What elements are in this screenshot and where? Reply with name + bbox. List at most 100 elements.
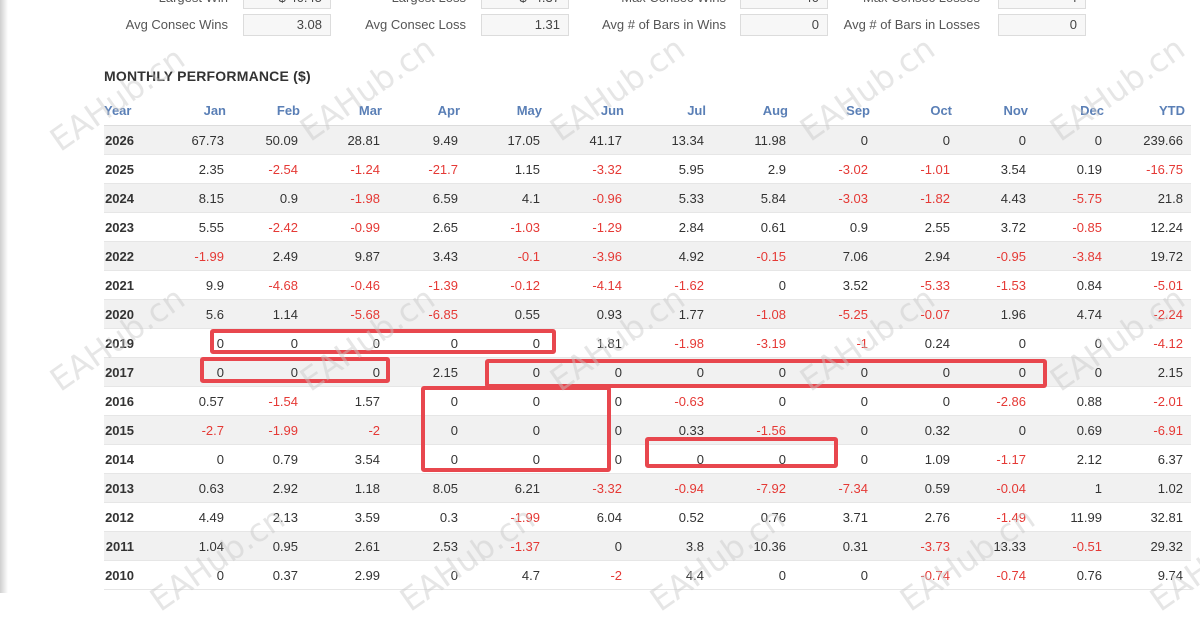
value-cell-aug: -1.08 [712, 299, 794, 329]
value-cell-nov: -1.49 [958, 502, 1034, 532]
column-header-oct[interactable]: Oct [876, 96, 958, 126]
table-row: 2026 67.73 50.09 28.81 9.49 17.05 41.17 13.34 11… [104, 125, 1191, 155]
value-cell-mar: -1.24 [306, 154, 388, 184]
value-cell-oct: -0.74 [876, 560, 958, 590]
value-cell-sep: -7.34 [794, 473, 876, 503]
value-cell-sep: -5.25 [794, 299, 876, 329]
value-cell-dec: 0 [1034, 328, 1110, 358]
column-header-feb[interactable]: Feb [232, 96, 306, 126]
value-cell-jul: 5.95 [630, 154, 712, 184]
table-row: 2019 0 0 0 0 0 1.81 -1.98 -3.19 -1 0.24 0 0 -4.12 [104, 328, 1191, 358]
value-cell-ytd: 9.74 [1110, 560, 1191, 590]
value-cell-jul: -0.94 [630, 473, 712, 503]
value-cell-jan: 8.15 [154, 183, 232, 213]
column-header-sep[interactable]: Sep [794, 96, 876, 126]
table-row: 2013 0.63 2.92 1.18 8.05 6.21 -3.32 -0.94 -7.92-… [104, 473, 1191, 503]
value-cell-mar: 0 [306, 328, 388, 358]
column-header-jun[interactable]: Jun [548, 96, 630, 126]
value-cell-feb: 2.13 [232, 502, 306, 532]
year-cell: 2015 [104, 415, 154, 445]
column-header-dec[interactable]: Dec [1034, 96, 1110, 126]
value-cell-oct: 0.59 [876, 473, 958, 503]
value-cell-nov: -2.86 [958, 386, 1034, 416]
table-row: 2016 0.57 -1.54 1.57 0 0 0 -0.63 0 0 0 -2.86 0.88 -2.… [104, 386, 1191, 416]
page-edge-shadow [0, 0, 8, 593]
value-cell-apr: 0 [388, 386, 466, 416]
value-cell-mar: 3.59 [306, 502, 388, 532]
value-cell-ytd: 1.02 [1110, 473, 1191, 503]
value-cell-may: -1.99 [466, 502, 548, 532]
value-cell-may: 1.15 [466, 154, 548, 184]
value-cell-oct: 1.09 [876, 444, 958, 474]
value-cell-oct: -1.01 [876, 154, 958, 184]
value-cell-apr: 0 [388, 444, 466, 474]
value-cell-oct: 0.32 [876, 415, 958, 445]
value-cell-nov: 3.54 [958, 154, 1034, 184]
value-cell-jun: -3.32 [548, 473, 630, 503]
value-cell-oct: -3.73 [876, 531, 958, 561]
column-header-apr[interactable]: Apr [388, 96, 466, 126]
value-cell-may: 0.55 [466, 299, 548, 329]
column-header-jan[interactable]: Jan [154, 96, 232, 126]
year-cell: 2019 [104, 328, 154, 358]
value-cell-feb: -1.54 [232, 386, 306, 416]
value-cell-feb: -2.42 [232, 212, 306, 242]
year-cell: 2016 [104, 386, 154, 416]
value-cell-feb: 2.49 [232, 241, 306, 271]
column-header-may[interactable]: May [466, 96, 548, 126]
value-cell-sep: 0.9 [794, 212, 876, 242]
value-cell-nov: -1.53 [958, 270, 1034, 300]
value-cell-may: 17.05 [466, 125, 548, 155]
table-row: 2017 0 0 0 2.15 0 0 0 0 0 0 0 0 2.15 [104, 357, 1191, 387]
year-cell: 2021 [104, 270, 154, 300]
value-cell-nov: 0 [958, 415, 1034, 445]
year-cell: 2026 [104, 125, 154, 155]
value-cell-nov: 0 [958, 357, 1034, 387]
value-cell-dec: -5.75 [1034, 183, 1110, 213]
value-cell-apr: 8.05 [388, 473, 466, 503]
column-header-mar[interactable]: Mar [306, 96, 388, 126]
top-stat-value-3: 4 [998, 0, 1086, 9]
value-cell-dec: -0.85 [1034, 212, 1110, 242]
value-cell-oct: 0 [876, 357, 958, 387]
stat-label-3: Avg # of Bars in Losses [843, 17, 980, 32]
value-cell-sep: 3.52 [794, 270, 876, 300]
value-cell-jun: 0 [548, 531, 630, 561]
table-row: 2015 -2.7 -1.99 -2 0 0 0 0.33 -1.56 0 0.32 0 0.69 -6.… [104, 415, 1191, 445]
value-cell-may: 4.1 [466, 183, 548, 213]
value-cell-may: -1.03 [466, 212, 548, 242]
value-cell-ytd: 239.66 [1110, 125, 1191, 155]
value-cell-feb: -1.99 [232, 415, 306, 445]
value-cell-nov: 4.43 [958, 183, 1034, 213]
value-cell-jul: -0.63 [630, 386, 712, 416]
value-cell-mar: -5.68 [306, 299, 388, 329]
column-header-ytd[interactable]: YTD [1110, 96, 1191, 126]
value-cell-may: 4.7 [466, 560, 548, 590]
value-cell-aug: 0 [712, 357, 794, 387]
value-cell-jul: 13.34 [630, 125, 712, 155]
value-cell-ytd: 29.32 [1110, 531, 1191, 561]
column-header-jul[interactable]: Jul [630, 96, 712, 126]
column-header-aug[interactable]: Aug [712, 96, 794, 126]
column-header-year[interactable]: Year [104, 96, 154, 126]
value-cell-jul: 5.33 [630, 183, 712, 213]
year-cell: 2024 [104, 183, 154, 213]
value-cell-feb: 1.14 [232, 299, 306, 329]
column-header-nov[interactable]: Nov [958, 96, 1034, 126]
value-cell-feb: 0 [232, 328, 306, 358]
value-cell-jun: -4.14 [548, 270, 630, 300]
value-cell-jun: 0 [548, 386, 630, 416]
value-cell-oct: -0.07 [876, 299, 958, 329]
value-cell-dec: 11.99 [1034, 502, 1110, 532]
value-cell-sep: 0 [794, 444, 876, 474]
value-cell-oct: 2.94 [876, 241, 958, 271]
value-cell-jan: -2.7 [154, 415, 232, 445]
value-cell-may: -0.1 [466, 241, 548, 271]
value-cell-jun: 0 [548, 444, 630, 474]
value-cell-aug: -3.19 [712, 328, 794, 358]
value-cell-mar: -2 [306, 415, 388, 445]
value-cell-jan: 5.6 [154, 299, 232, 329]
value-cell-aug: 0.61 [712, 212, 794, 242]
table-row: 2010 0 0.37 2.99 0 4.7 -2 4.4 0 0 -0.74 -0.74 0.76 9.… [104, 560, 1191, 590]
value-cell-ytd: 2.15 [1110, 357, 1191, 387]
